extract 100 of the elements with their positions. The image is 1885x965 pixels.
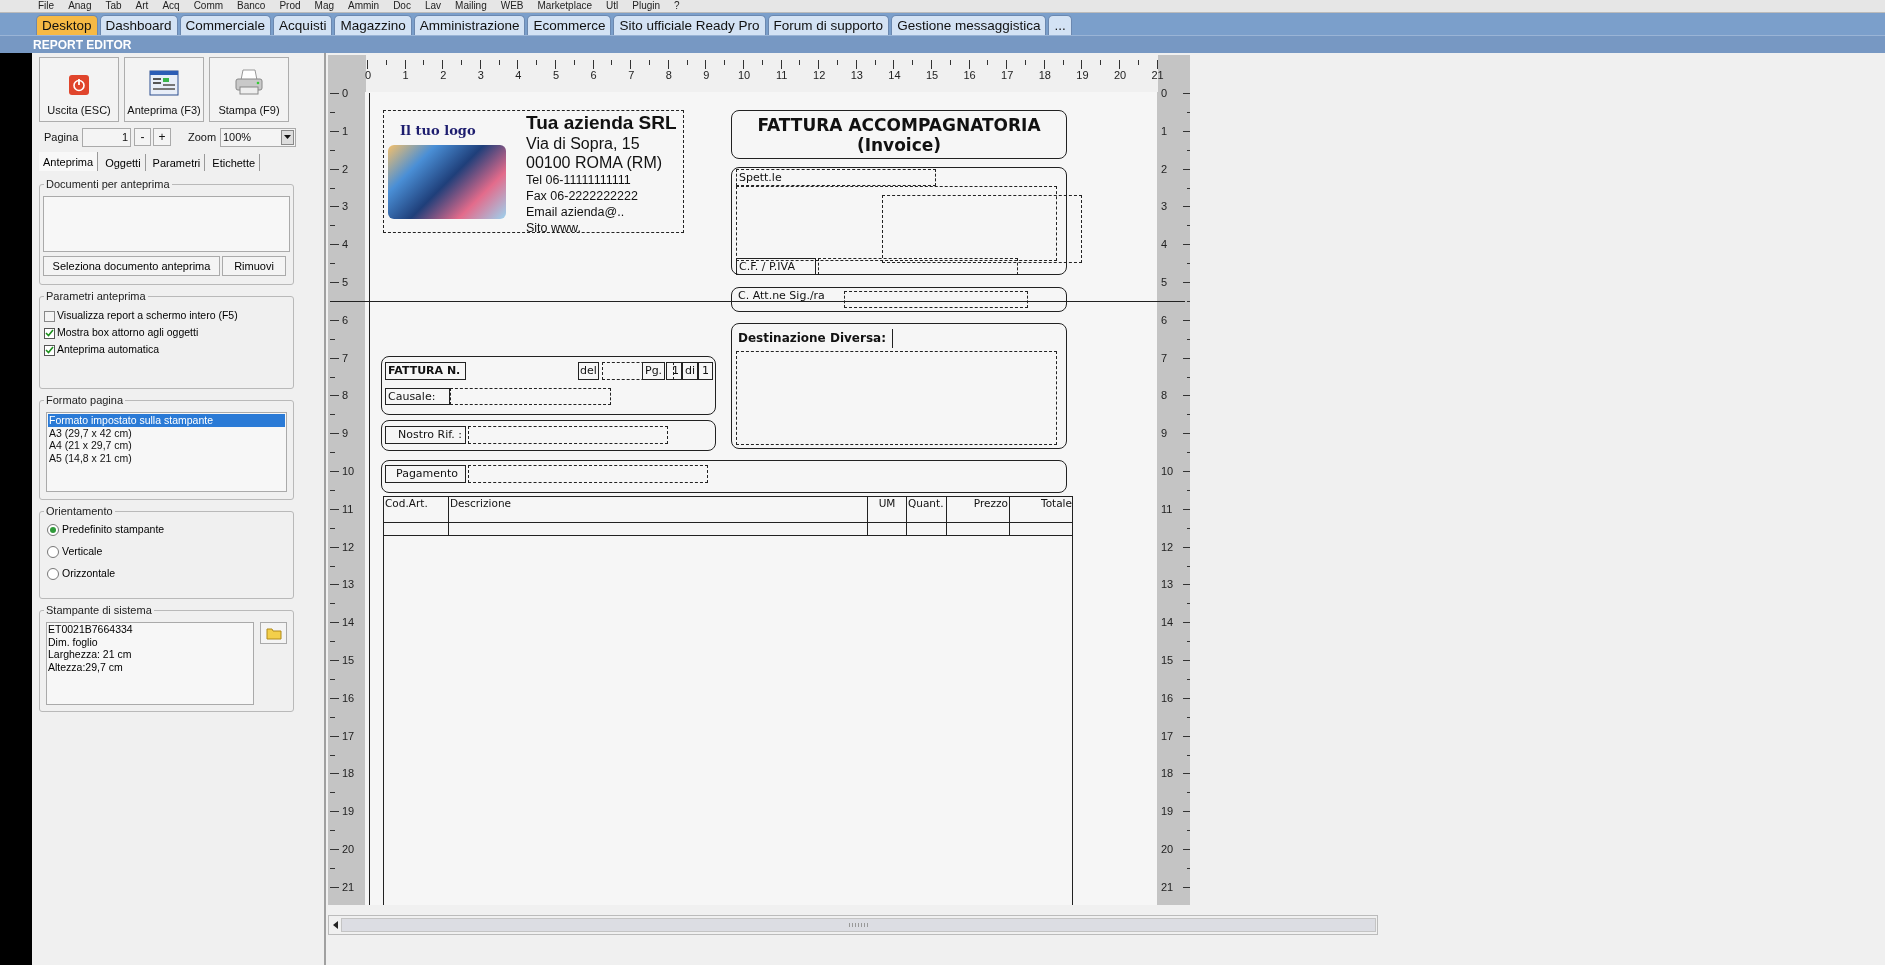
field-label: di [682,362,698,380]
sub-tab[interactable]: Parametri [148,154,206,171]
module-tab[interactable]: Acquisti [273,15,333,35]
module-tab[interactable]: Amministrazione [413,15,526,35]
module-tab[interactable]: Desktop [36,15,98,35]
ruler-number: 20 [1161,842,1174,856]
company-line: 00100 ROMA (RM) [526,153,663,172]
group-title: Stampante di sistema [44,603,154,617]
menu-item[interactable]: Art [135,0,149,12]
ruler-number: 11 [775,69,788,82]
ruler-number: 21 [342,880,355,894]
ruler-number: 16 [963,69,976,82]
company-line: Tel 06-11111111111 [526,172,631,188]
menu-item[interactable]: Plugin [632,0,661,12]
list-item[interactable]: A5 (14,8 x 21 cm) [48,451,285,464]
list-item[interactable]: A3 (29,7 x 42 cm) [48,426,285,439]
ruler-number: 2 [342,162,349,176]
ruler-number: 14 [342,615,355,629]
menu-item[interactable]: Ammin [348,0,380,12]
horizontal-scrollbar[interactable] [328,915,1378,935]
ruler-number: 18 [342,766,355,780]
menu-item[interactable]: Prod [279,0,301,12]
menu-item[interactable]: WEB [500,0,524,12]
document-window-icon [149,69,179,96]
menu-item[interactable]: Anag [68,0,92,12]
ruler-number: 9 [342,426,349,440]
ruler-number: 16 [342,691,355,705]
printer-info-line: Dim. foglio [48,635,99,648]
menu-item[interactable]: Utl [606,0,619,12]
list-item[interactable]: A4 (21 x 29,7 cm) [48,439,285,452]
menu-item[interactable]: Marketplace [537,0,592,12]
module-tab[interactable]: Commerciale [179,15,272,35]
menu-item[interactable]: ? [674,0,680,12]
company-line: Via di Sopra, 15 [526,134,640,153]
module-tab[interactable]: Gestione messaggistica [891,15,1047,35]
module-tab[interactable]: Forum di supporto [767,15,890,35]
menu-item[interactable]: Doc [393,0,411,12]
ruler-number: 5 [1161,275,1168,289]
module-tab[interactable]: Magazzino [334,15,412,35]
company-line: Fax 06-2222222222 [526,188,638,204]
document-list[interactable] [43,196,290,252]
printer-info-line: Altezza:29,7 cm [48,660,124,673]
ruler-number: 9 [703,69,710,82]
field-label: Nostro Rif. : [385,426,466,444]
menu-item[interactable]: Lav [424,0,442,12]
field-label: Spett.le [736,169,936,186]
toolbar-button[interactable]: Anteprima (F3) [124,57,204,122]
menu-item[interactable]: Banco [237,0,266,12]
ruler-number: 6 [590,69,597,82]
zoom-dropdown[interactable]: 100% [220,127,296,147]
action-button[interactable]: Rimuovi [222,256,286,276]
module-tab[interactable]: Sito ufficiale Ready Pro [613,15,766,35]
ruler-number: 10 [342,464,355,478]
radio-button[interactable] [47,567,59,580]
checkbox[interactable] [44,344,55,356]
checkbox[interactable] [44,327,55,339]
folder-button[interactable] [260,622,287,644]
column-header: Totale [1040,497,1073,509]
ruler-number: 19 [342,804,355,818]
sub-tab[interactable]: Etichette [208,154,261,171]
toolbar-button[interactable]: Stampa (F9) [209,57,289,122]
document-title: FATTURA ACCOMPAGNATORIA [757,114,1041,135]
page-input[interactable]: 1 [82,127,131,147]
ruler-number: 3 [477,69,484,82]
increment-button[interactable]: + [153,128,171,146]
radio-button[interactable] [47,523,59,536]
action-button[interactable]: Seleziona documento anteprima [43,256,220,276]
checkbox[interactable] [44,310,55,322]
checkbox-label: Visualizza report a schermo intero (F5) [57,308,238,324]
menu-item[interactable]: Comm [193,0,224,12]
menu-item[interactable]: File [38,0,55,12]
ruler-number: 1 [342,124,349,138]
ruler-number: 15 [925,69,939,82]
toolbar-button[interactable]: Uscita (ESC) [39,57,119,122]
sub-tab[interactable]: Oggetti [101,154,146,171]
menu-item[interactable]: Mailing [455,0,487,12]
menu-item[interactable]: Acq [162,0,180,12]
sub-tab[interactable]: Anteprima [39,152,99,171]
ruler-number: 6 [342,313,349,327]
module-tab[interactable]: Dashboard [99,15,178,35]
ruler-number: 6 [1161,313,1168,327]
ruler-number: 12 [813,69,826,82]
ruler-number: 8 [342,388,349,402]
checkbox-label: Mostra box attorno agli oggetti [57,325,199,341]
radio-button[interactable] [47,545,59,558]
column-header: Descrizione [449,497,512,509]
ruler-number: 19 [1161,804,1174,818]
ruler-number: 4 [342,237,349,251]
ruler-number: 3 [342,199,349,213]
ruler-number: 4 [1161,237,1168,251]
scrollbar-thumb[interactable] [341,918,1376,932]
module-tab[interactable]: Ecommerce [527,15,612,35]
menu-item[interactable]: Mag [314,0,334,12]
list-item[interactable]: Formato impostato sulla stampante [48,414,285,427]
ruler-number: 20 [1113,69,1127,82]
menu-item[interactable]: Tab [105,0,122,12]
decrement-button[interactable]: - [134,128,151,146]
group-title: Formato pagina [44,393,126,407]
ruler-number: 17 [342,729,355,743]
module-tab[interactable]: ... [1048,15,1072,35]
